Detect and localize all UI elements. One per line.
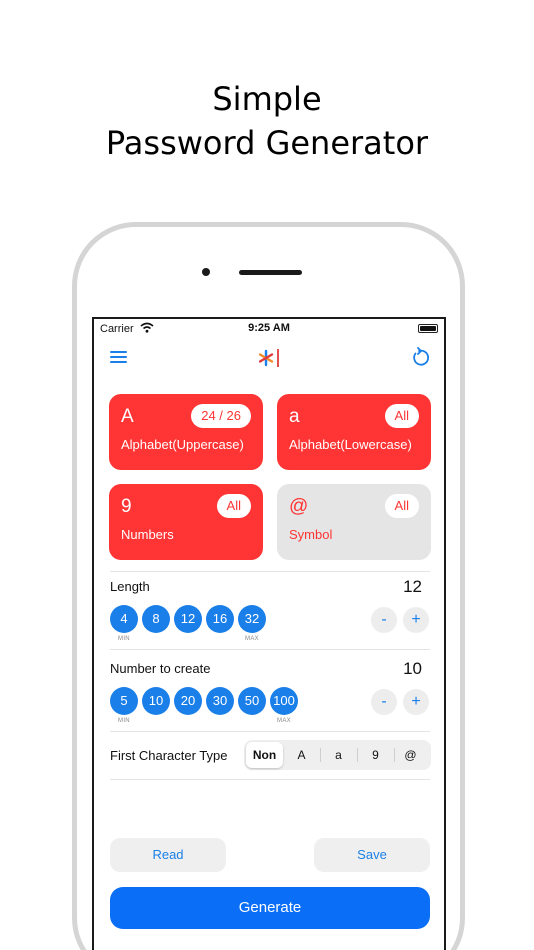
count-value: 10 bbox=[403, 659, 422, 678]
length-value: 12 bbox=[403, 577, 422, 596]
save-button[interactable]: Save bbox=[314, 838, 430, 872]
lowercase-label: Alphabet(Lowercase) bbox=[289, 437, 412, 452]
symbol-badge[interactable]: All bbox=[384, 494, 419, 518]
uppercase-label: Alphabet(Uppercase) bbox=[121, 437, 244, 452]
hamburger-menu-icon[interactable] bbox=[110, 347, 132, 369]
length-presets: 4 8 12 16 32 MIN MAX bbox=[110, 605, 280, 642]
numbers-label: Numbers bbox=[121, 527, 174, 542]
uppercase-glyph: A bbox=[121, 406, 134, 427]
first-char-option[interactable]: @ bbox=[392, 742, 429, 768]
phone-speaker bbox=[239, 270, 302, 275]
read-button[interactable]: Read bbox=[110, 838, 226, 872]
length-min-note: MIN bbox=[118, 636, 130, 642]
count-presets: 5 10 20 30 50 100 MIN MAX bbox=[110, 687, 300, 724]
generate-button[interactable]: Generate bbox=[110, 887, 430, 929]
count-label: Number to create bbox=[110, 661, 211, 676]
numbers-badge[interactable]: All bbox=[216, 494, 251, 518]
length-increment-button[interactable]: + bbox=[403, 607, 429, 633]
divider bbox=[110, 649, 430, 650]
length-max-note: MAX bbox=[245, 636, 259, 642]
length-preset-chip[interactable]: 32 bbox=[238, 605, 266, 633]
app-screen: Carrier 9:25 AM A 24 / 26 Alphabet(Upper… bbox=[92, 317, 446, 950]
count-preset-chip[interactable]: 100 bbox=[270, 687, 298, 715]
uppercase-badge[interactable]: 24 / 26 bbox=[191, 404, 251, 428]
count-preset-chip[interactable]: 20 bbox=[174, 687, 202, 715]
count-decrement-button[interactable]: - bbox=[371, 689, 397, 715]
app-logo-icon bbox=[259, 349, 279, 367]
first-char-label: First Character Type bbox=[110, 748, 228, 763]
promo-title-line2: Password Generator bbox=[105, 124, 429, 162]
phone-camera bbox=[202, 268, 210, 276]
length-decrement-button[interactable]: - bbox=[371, 607, 397, 633]
length-label: Length bbox=[110, 579, 150, 594]
first-char-option[interactable]: a bbox=[320, 742, 357, 768]
count-preset-chip[interactable]: 50 bbox=[238, 687, 266, 715]
char-type-uppercase[interactable]: A 24 / 26 Alphabet(Uppercase) bbox=[109, 394, 263, 470]
reset-icon[interactable] bbox=[408, 347, 430, 369]
status-bar: Carrier 9:25 AM bbox=[94, 319, 444, 339]
symbol-glyph: @ bbox=[289, 496, 309, 517]
char-type-lowercase[interactable]: a All Alphabet(Lowercase) bbox=[277, 394, 431, 470]
length-preset-chip[interactable]: 16 bbox=[206, 605, 234, 633]
count-increment-button[interactable]: + bbox=[403, 689, 429, 715]
length-preset-chip[interactable]: 8 bbox=[142, 605, 170, 633]
symbol-label: Symbol bbox=[289, 527, 333, 542]
first-char-option[interactable]: A bbox=[283, 742, 320, 768]
divider bbox=[110, 731, 430, 732]
first-char-segmented-control: Non A a 9 @ bbox=[244, 740, 431, 770]
count-min-note: MIN bbox=[118, 718, 130, 724]
count-preset-chip[interactable]: 30 bbox=[206, 687, 234, 715]
divider bbox=[110, 571, 430, 572]
battery-icon bbox=[418, 324, 438, 333]
count-max-note: MAX bbox=[277, 718, 291, 724]
status-time: 9:25 AM bbox=[248, 322, 290, 334]
char-type-symbol[interactable]: @ All Symbol bbox=[277, 484, 431, 560]
char-type-numbers[interactable]: 9 All Numbers bbox=[109, 484, 263, 560]
length-preset-chip[interactable]: 4 bbox=[110, 605, 138, 633]
first-char-option[interactable]: Non bbox=[246, 742, 283, 768]
count-preset-chip[interactable]: 10 bbox=[142, 687, 170, 715]
lowercase-badge[interactable]: All bbox=[384, 404, 419, 428]
lowercase-glyph: a bbox=[289, 406, 300, 427]
numbers-glyph: 9 bbox=[121, 496, 132, 517]
length-preset-chip[interactable]: 12 bbox=[174, 605, 202, 633]
promo-title-line1: Simple bbox=[212, 80, 322, 118]
count-preset-chip[interactable]: 5 bbox=[110, 687, 138, 715]
divider bbox=[110, 779, 430, 780]
first-char-option[interactable]: 9 bbox=[357, 742, 394, 768]
